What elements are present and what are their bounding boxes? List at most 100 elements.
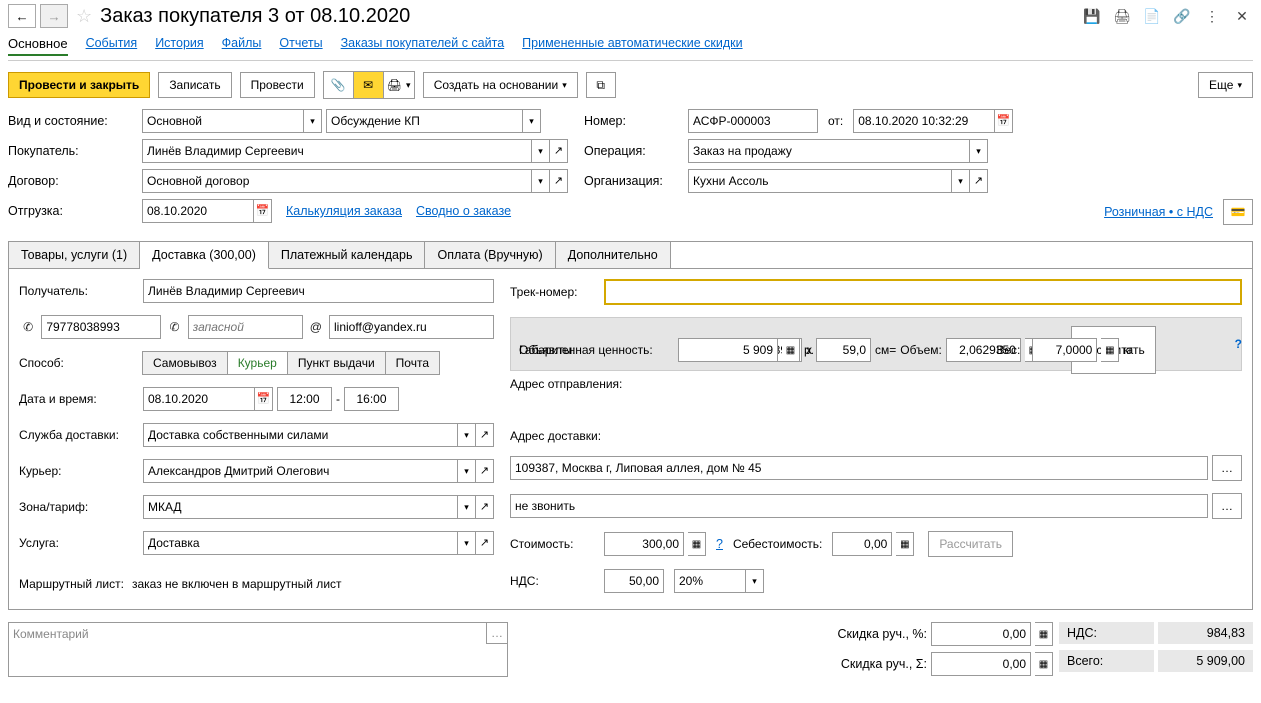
chevron-down-icon[interactable]: ▾ bbox=[522, 110, 540, 132]
chevron-down-icon[interactable]: ▾ bbox=[745, 570, 763, 592]
email-input[interactable] bbox=[329, 315, 494, 339]
service-select[interactable]: Доставка собственными силами ▾ ↗ bbox=[143, 423, 494, 447]
method-courier[interactable]: Курьер bbox=[227, 351, 288, 375]
calc-link[interactable]: Калькуляция заказа bbox=[286, 204, 402, 218]
chevron-down-icon[interactable]: ▾ bbox=[457, 460, 475, 482]
report-icon[interactable]: 📄 bbox=[1141, 5, 1163, 27]
contract-select[interactable]: Основной договор ▾ ↗ bbox=[142, 169, 568, 193]
time-to-input[interactable] bbox=[344, 387, 399, 411]
date-input[interactable]: 08.10.2020 10:32:29 📅 bbox=[853, 109, 1013, 133]
tab-delivery[interactable]: Доставка (300,00) bbox=[140, 242, 269, 269]
calculator-icon[interactable]: ▦ bbox=[1035, 652, 1053, 676]
tab-additional[interactable]: Дополнительно bbox=[556, 242, 671, 268]
structure-icon[interactable]: ⧉ bbox=[586, 72, 616, 98]
close-icon[interactable]: ✕ bbox=[1231, 5, 1253, 27]
declared-input[interactable] bbox=[678, 338, 778, 362]
nav-tab-discounts[interactable]: Примененные автоматические скидки bbox=[522, 36, 742, 56]
ellipsis-icon[interactable]: … bbox=[1212, 493, 1242, 519]
note-input[interactable] bbox=[510, 494, 1208, 518]
type-select[interactable]: Основной ▾ bbox=[142, 109, 322, 133]
selfcost-input[interactable] bbox=[832, 532, 892, 556]
cost-input[interactable] bbox=[604, 532, 684, 556]
track-input[interactable] bbox=[604, 279, 1242, 305]
email-icon[interactable]: ✉ bbox=[354, 72, 384, 98]
chevron-down-icon[interactable]: ▾ bbox=[969, 140, 987, 162]
method-post[interactable]: Почта bbox=[385, 351, 440, 375]
ship-date-input[interactable]: 08.10.2020 📅 bbox=[142, 199, 272, 223]
chevron-down-icon[interactable]: ▾ bbox=[457, 424, 475, 446]
vat-amount-input[interactable] bbox=[604, 569, 664, 593]
method-point[interactable]: Пункт выдачи bbox=[287, 351, 386, 375]
chevron-down-icon[interactable]: ▾ bbox=[951, 170, 969, 192]
chevron-down-icon[interactable]: ▾ bbox=[457, 532, 475, 554]
nav-tab-history[interactable]: История bbox=[155, 36, 203, 56]
disc-pct-input[interactable] bbox=[931, 622, 1031, 646]
delivery-date-input[interactable]: 08.10.2020 📅 bbox=[143, 387, 273, 411]
menu-icon[interactable]: ⋮ bbox=[1201, 5, 1223, 27]
nav-tab-files[interactable]: Файлы bbox=[222, 36, 262, 56]
price-type-link[interactable]: Розничная • с НДС bbox=[1104, 205, 1213, 219]
post-button[interactable]: Провести bbox=[240, 72, 315, 98]
cost-help-icon[interactable]: ? bbox=[716, 537, 723, 551]
back-button[interactable]: ← bbox=[8, 4, 36, 28]
attachment-icon[interactable]: 📎 bbox=[324, 72, 354, 98]
print-dropdown-icon[interactable]: 🖨 bbox=[384, 72, 414, 98]
open-icon[interactable]: ↗ bbox=[549, 140, 567, 162]
comment-input[interactable]: Комментарий … bbox=[8, 622, 508, 677]
help-icon[interactable]: ? bbox=[1235, 337, 1242, 351]
tab-goods[interactable]: Товары, услуги (1) bbox=[9, 242, 140, 268]
price-settings-icon[interactable]: 💳 bbox=[1223, 199, 1253, 225]
nav-tab-siteorders[interactable]: Заказы покупателей с сайта bbox=[341, 36, 505, 56]
save-icon[interactable]: 💾 bbox=[1081, 5, 1103, 27]
calendar-icon[interactable]: 📅 bbox=[254, 388, 272, 410]
phone2-input[interactable] bbox=[188, 315, 303, 339]
chevron-down-icon[interactable]: ▾ bbox=[457, 496, 475, 518]
link-icon[interactable]: 🔗 bbox=[1171, 5, 1193, 27]
phone1-input[interactable] bbox=[41, 315, 161, 339]
buyer-select[interactable]: Линёв Владимир Сергеевич ▾ ↗ bbox=[142, 139, 568, 163]
calculator-icon[interactable]: ▦ bbox=[782, 338, 800, 362]
calculator-icon[interactable]: ▦ bbox=[1035, 622, 1053, 646]
state-select[interactable]: Обсуждение КП ▾ bbox=[326, 109, 541, 133]
create-based-button[interactable]: Создать на основании bbox=[423, 72, 578, 98]
open-icon[interactable]: ↗ bbox=[549, 170, 567, 192]
tab-payment-calendar[interactable]: Платежный календарь bbox=[269, 242, 426, 268]
courier-select[interactable]: Александров Дмитрий Олегович ▾ ↗ bbox=[143, 459, 494, 483]
dim3-input[interactable] bbox=[816, 338, 871, 362]
calculator-icon[interactable]: ▦ bbox=[896, 532, 914, 556]
tab-payment[interactable]: Оплата (Вручную) bbox=[425, 242, 555, 268]
zone-select[interactable]: МКАД ▾ ↗ bbox=[143, 495, 494, 519]
chevron-down-icon[interactable]: ▾ bbox=[303, 110, 321, 132]
calendar-icon[interactable]: 📅 bbox=[253, 200, 271, 222]
recv-addr-input[interactable] bbox=[510, 456, 1208, 480]
calendar-icon[interactable]: 📅 bbox=[994, 110, 1012, 132]
chevron-down-icon[interactable]: ▾ bbox=[531, 170, 549, 192]
summary-link[interactable]: Сводно о заказе bbox=[416, 204, 511, 218]
open-icon[interactable]: ↗ bbox=[475, 532, 493, 554]
more-button[interactable]: Еще bbox=[1198, 72, 1253, 98]
open-icon[interactable]: ↗ bbox=[475, 496, 493, 518]
favorite-star-icon[interactable]: ☆ bbox=[76, 6, 92, 27]
ellipsis-icon[interactable]: … bbox=[1212, 455, 1242, 481]
recipient-input[interactable] bbox=[143, 279, 494, 303]
weight-input[interactable] bbox=[1032, 338, 1097, 362]
calculator-icon[interactable]: ▦ bbox=[688, 532, 706, 556]
product-select[interactable]: Доставка ▾ ↗ bbox=[143, 531, 494, 555]
org-select[interactable]: Кухни Ассоль ▾ ↗ bbox=[688, 169, 988, 193]
number-input[interactable] bbox=[688, 109, 818, 133]
print-icon[interactable]: 🖨 bbox=[1111, 5, 1133, 27]
nav-tab-reports[interactable]: Отчеты bbox=[279, 36, 322, 56]
ellipsis-icon[interactable]: … bbox=[486, 622, 508, 644]
time-from-input[interactable] bbox=[277, 387, 332, 411]
calculate-cost-button[interactable]: Рассчитать bbox=[928, 531, 1013, 557]
calculator-icon[interactable]: ▦ bbox=[1101, 338, 1119, 362]
vat-rate-select[interactable]: 20% ▾ bbox=[674, 569, 764, 593]
open-icon[interactable]: ↗ bbox=[969, 170, 987, 192]
chevron-down-icon[interactable]: ▾ bbox=[531, 140, 549, 162]
open-icon[interactable]: ↗ bbox=[475, 424, 493, 446]
nav-tab-main[interactable]: Основное bbox=[8, 36, 68, 56]
disc-sum-input[interactable] bbox=[931, 652, 1031, 676]
post-and-close-button[interactable]: Провести и закрыть bbox=[8, 72, 150, 98]
nav-tab-events[interactable]: События bbox=[86, 36, 138, 56]
open-icon[interactable]: ↗ bbox=[475, 460, 493, 482]
